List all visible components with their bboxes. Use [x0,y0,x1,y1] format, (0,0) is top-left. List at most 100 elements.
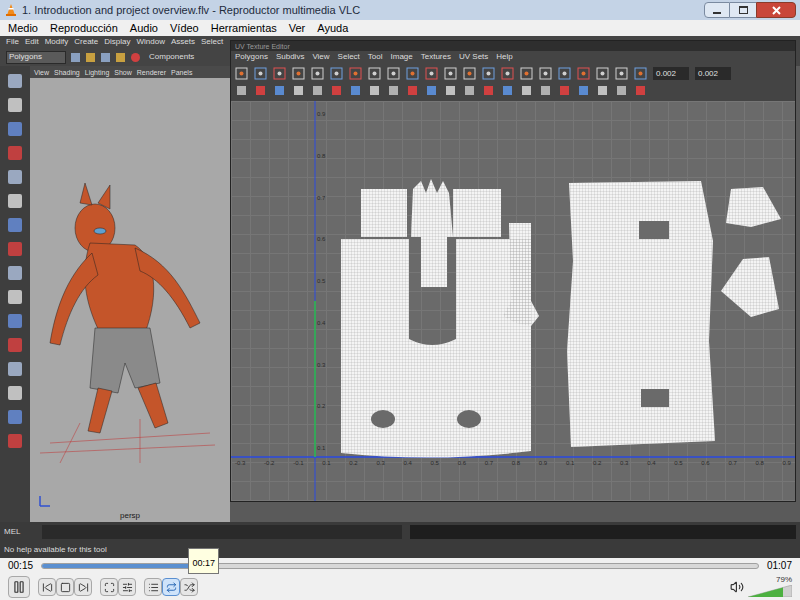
pause-button[interactable] [8,576,30,598]
uv-tool-icon[interactable] [558,84,571,97]
command-field[interactable] [42,525,402,539]
uv-menu-item[interactable]: Polygons [235,53,268,61]
menu-item[interactable]: Ayuda [317,20,348,37]
select-mode-icon[interactable] [130,52,141,63]
previous-button[interactable] [38,578,56,596]
uv-tool-icon[interactable] [463,84,476,97]
menu-item[interactable]: Medio [8,20,38,37]
uv-menu-item[interactable]: Subdivs [276,53,304,61]
tool-icon[interactable] [6,408,24,426]
menu-item[interactable]: Vídeo [170,20,199,37]
uv-tool-icon[interactable] [520,67,533,80]
speaker-icon[interactable] [730,580,744,594]
viewport-menu-item[interactable]: Shading [54,69,80,76]
uv-tool-icon[interactable] [444,67,457,80]
uv-tool-icon[interactable] [254,67,267,80]
uv-tool-icon[interactable] [311,67,324,80]
uv-tool-icon[interactable] [292,67,305,80]
uv-tool-icon[interactable] [596,67,609,80]
maximize-button[interactable] [730,2,756,18]
uv-tool-icon[interactable] [235,67,248,80]
status-icon[interactable] [70,52,81,63]
minimize-button[interactable] [704,2,730,18]
uv-tool-icon[interactable] [539,67,552,80]
uv-menu-item[interactable]: UV Sets [459,53,488,61]
uv-tool-icon[interactable] [634,67,647,80]
uv-tool-icon[interactable] [520,84,533,97]
tool-icon[interactable] [6,432,24,450]
uv-tool-icon[interactable] [539,84,552,97]
uv-menu-item[interactable]: View [312,53,329,61]
uv-tool-icon[interactable] [577,84,590,97]
maya-menu-item[interactable]: Edit [25,38,39,46]
uv-tool-icon[interactable] [615,67,628,80]
tool-icon[interactable] [6,384,24,402]
next-button[interactable] [74,578,92,596]
uv-tool-icon[interactable] [273,67,286,80]
uv-tool-icon[interactable] [406,84,419,97]
uv-value-field[interactable]: 0.002 [695,67,731,80]
maya-menu-item[interactable]: Assets [171,38,195,46]
menu-item[interactable]: Ver [289,20,306,37]
uv-tool-icon[interactable] [425,67,438,80]
status-icon[interactable] [115,52,126,63]
components-label[interactable]: Components [149,53,194,61]
uv-tool-icon[interactable] [330,84,343,97]
uv-tool-icon[interactable] [501,84,514,97]
tool-icon[interactable] [6,72,24,90]
stop-button[interactable] [56,578,74,596]
uv-menu-item[interactable]: Tool [368,53,383,61]
tool-icon[interactable] [6,120,24,138]
uv-tool-icon[interactable] [349,67,362,80]
uv-tool-icon[interactable] [444,84,457,97]
uv-tool-icon[interactable] [634,84,647,97]
uv-tool-icon[interactable] [349,84,362,97]
uv-tool-icon[interactable] [596,84,609,97]
uv-tool-icon[interactable] [463,67,476,80]
menu-item[interactable]: Herramientas [211,20,277,37]
uv-menu-item[interactable]: Help [496,53,512,61]
tool-icon[interactable] [6,264,24,282]
viewport-menu-item[interactable]: Show [114,69,132,76]
tool-icon[interactable] [6,288,24,306]
status-icon[interactable] [100,52,111,63]
maya-menu-item[interactable]: Display [104,38,130,46]
tool-icon[interactable] [6,144,24,162]
uv-menu-item[interactable]: Textures [421,53,451,61]
uv-tool-icon[interactable] [330,67,343,80]
uv-tool-icon[interactable] [387,84,400,97]
loop-button[interactable] [162,578,180,596]
uv-menu-item[interactable]: Select [338,53,360,61]
uv-tool-icon[interactable] [425,84,438,97]
uv-tool-icon[interactable] [482,67,495,80]
uv-tool-icon[interactable] [235,84,248,97]
uv-grid[interactable]: 0.90.80.70.60.50.40.30.20.1-0.3-0.2-0.10… [231,101,795,501]
menu-item[interactable]: Audio [130,20,158,37]
maya-menu-item[interactable]: Create [74,38,98,46]
tool-icon[interactable] [6,240,24,258]
maya-menu-item[interactable]: Modify [45,38,69,46]
uv-tool-icon[interactable] [254,84,267,97]
menu-item[interactable]: Reproducción [50,20,118,37]
tool-icon[interactable] [6,360,24,378]
status-icon[interactable] [85,52,96,63]
uv-tool-icon[interactable] [311,84,324,97]
uv-tool-icon[interactable] [501,67,514,80]
viewport-menu-item[interactable]: Lighting [85,69,110,76]
uv-menu-item[interactable]: Image [391,53,413,61]
maya-menu-item[interactable]: Window [137,38,165,46]
tool-icon[interactable] [6,336,24,354]
seek-bar[interactable]: 00:17 [41,563,759,569]
uv-tool-icon[interactable] [615,84,628,97]
uv-tool-icon[interactable] [558,67,571,80]
tool-icon[interactable] [6,216,24,234]
uv-value-field[interactable]: 0.002 [653,67,689,80]
viewport[interactable]: persp [30,78,230,522]
uv-tool-icon[interactable] [577,67,590,80]
mode-dropdown[interactable]: Polygons [6,51,66,64]
volume-control[interactable]: 79% [748,576,792,598]
maya-menu-item[interactable]: File [6,38,19,46]
viewport-menu-item[interactable]: Panels [171,69,192,76]
tool-icon[interactable] [6,168,24,186]
tool-icon[interactable] [6,312,24,330]
